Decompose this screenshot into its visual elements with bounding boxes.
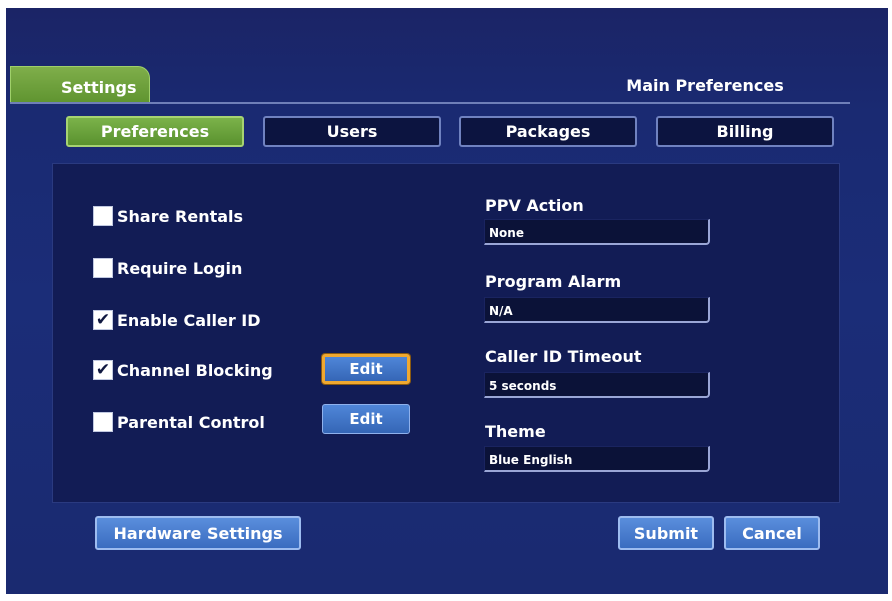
require-login-option[interactable]: Require Login (93, 256, 242, 280)
program-alarm-label: Program Alarm (485, 272, 622, 291)
tab-packages[interactable]: Packages (459, 116, 637, 147)
channel-blocking-label: Channel Blocking (117, 360, 273, 380)
channel-blocking-option[interactable]: ✔ Channel Blocking (93, 358, 273, 382)
caller-id-timeout-field[interactable]: 5 seconds (484, 372, 710, 398)
cancel-button[interactable]: Cancel (724, 516, 820, 550)
channel-blocking-checkbox[interactable]: ✔ (93, 360, 113, 380)
header-divider (10, 102, 850, 104)
caller-id-timeout-label: Caller ID Timeout (485, 347, 642, 366)
share-rentals-checkbox[interactable] (93, 206, 113, 226)
hardware-settings-button[interactable]: Hardware Settings (95, 516, 301, 550)
tab-billing[interactable]: Billing (656, 116, 834, 147)
program-alarm-field[interactable]: N/A (484, 297, 710, 323)
enable-caller-id-checkbox[interactable]: ✔ (93, 310, 113, 330)
theme-field[interactable]: Blue English (484, 446, 710, 472)
share-rentals-option[interactable]: Share Rentals (93, 204, 243, 228)
parental-control-edit-button[interactable]: Edit (322, 404, 410, 434)
ppv-action-field[interactable]: None (484, 219, 710, 245)
tab-users[interactable]: Users (263, 116, 441, 147)
channel-blocking-edit-button[interactable]: Edit (322, 354, 410, 384)
tab-preferences[interactable]: Preferences (66, 116, 244, 147)
ppv-action-label: PPV Action (485, 196, 584, 215)
submit-button[interactable]: Submit (618, 516, 714, 550)
require-login-checkbox[interactable] (93, 258, 113, 278)
settings-tab[interactable]: Settings (10, 66, 150, 103)
page-title: Main Preferences (626, 76, 784, 95)
share-rentals-label: Share Rentals (117, 206, 244, 226)
parental-control-option[interactable]: Parental Control (93, 410, 265, 434)
enable-caller-id-option[interactable]: ✔ Enable Caller ID (93, 308, 261, 332)
parental-control-checkbox[interactable] (93, 412, 113, 432)
require-login-label: Require Login (117, 258, 243, 278)
parental-control-label: Parental Control (117, 412, 265, 432)
enable-caller-id-label: Enable Caller ID (117, 310, 261, 330)
theme-label: Theme (485, 422, 546, 441)
